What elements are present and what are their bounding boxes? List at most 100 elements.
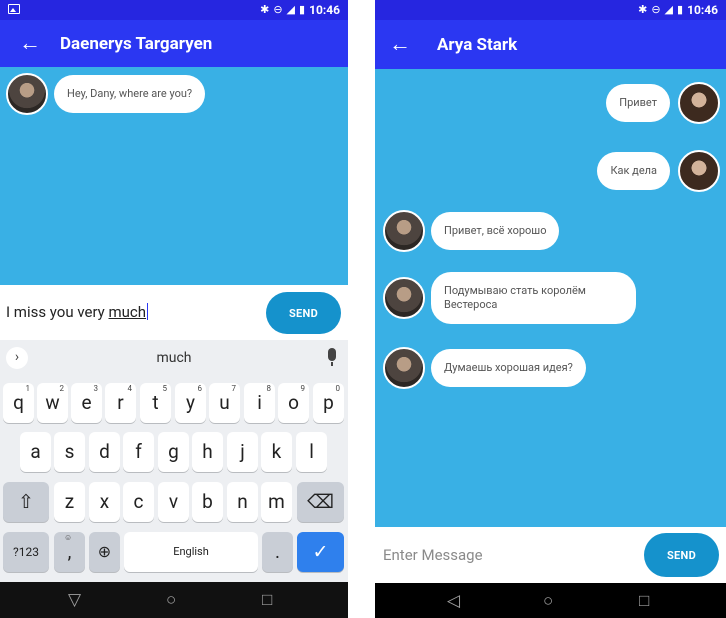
key-h[interactable]: h bbox=[192, 432, 223, 472]
key-d[interactable]: d bbox=[89, 432, 120, 472]
message-bubble: Hey, Dany, where are you? bbox=[54, 75, 206, 113]
message-item-received: Думаешь хорошая идея? bbox=[383, 347, 586, 389]
avatar bbox=[383, 347, 425, 389]
globe-icon: ⊕ bbox=[97, 542, 112, 561]
key-c[interactable]: c bbox=[123, 482, 154, 522]
conversation-title: Arya Stark bbox=[437, 34, 518, 55]
key-j[interactable]: j bbox=[227, 432, 258, 472]
clock: 10:46 bbox=[309, 3, 340, 17]
message-input-bar: I miss you very much SEND bbox=[0, 285, 348, 340]
key-i[interactable]: i8 bbox=[244, 383, 275, 423]
navigation-bar: ▽ ○ □ bbox=[0, 582, 348, 618]
key-u[interactable]: u7 bbox=[209, 383, 240, 423]
message-bubble: Думаешь хорошая идея? bbox=[431, 349, 586, 387]
key-y[interactable]: y6 bbox=[175, 383, 206, 423]
send-button[interactable]: SEND bbox=[644, 533, 719, 577]
key-p[interactable]: p0 bbox=[313, 383, 344, 423]
key-f[interactable]: f bbox=[123, 432, 154, 472]
mic-icon[interactable] bbox=[328, 348, 336, 366]
symbols-key[interactable]: ?123 bbox=[3, 532, 49, 572]
status-icons: ✱ ⊖ ◢ ▮ 10:46 bbox=[638, 3, 718, 17]
back-arrow-icon[interactable]: ← bbox=[0, 20, 60, 67]
avatar bbox=[383, 277, 425, 319]
message-item-sent: Привет bbox=[606, 82, 720, 124]
input-composing-word: much bbox=[108, 303, 147, 321]
text-cursor bbox=[147, 303, 149, 320]
backspace-key[interactable]: ⌫ bbox=[297, 482, 344, 522]
message-input[interactable]: I miss you very much bbox=[6, 303, 149, 321]
nav-recents-icon[interactable]: □ bbox=[262, 591, 272, 609]
bluetooth-icon: ✱ bbox=[638, 3, 648, 16]
avatar bbox=[383, 210, 425, 252]
backspace-icon: ⌫ bbox=[307, 490, 334, 513]
battery-icon: ▮ bbox=[299, 3, 306, 16]
key-g[interactable]: g bbox=[158, 432, 189, 472]
send-button[interactable]: SEND bbox=[266, 292, 341, 334]
clock: 10:46 bbox=[687, 3, 718, 17]
message-item-received: Подумываю стать королём Вестероса bbox=[383, 272, 636, 324]
message-input-bar: Enter Message SEND bbox=[375, 527, 726, 583]
status-icons: ✱ ⊖ ◢ ▮ 10:46 bbox=[260, 3, 340, 17]
key-q[interactable]: q1 bbox=[3, 383, 34, 423]
signal-lte-icon: ◢ bbox=[286, 3, 296, 16]
nav-recents-icon[interactable]: □ bbox=[639, 592, 649, 610]
message-input[interactable]: Enter Message bbox=[383, 546, 483, 564]
message-list[interactable]: Привет Как дела Привет, всё хорошо Подум… bbox=[375, 69, 726, 527]
back-arrow-icon[interactable]: ← bbox=[375, 21, 425, 68]
image-icon bbox=[8, 4, 20, 14]
key-b[interactable]: b bbox=[192, 482, 223, 522]
signal-lte-icon: ◢ bbox=[664, 3, 674, 16]
suggestion-word[interactable]: much bbox=[0, 350, 348, 366]
key-r[interactable]: r4 bbox=[105, 383, 136, 423]
shift-key[interactable]: ⇧ bbox=[3, 482, 49, 522]
message-bubble: Как дела bbox=[597, 152, 670, 190]
message-list[interactable]: Hey, Dany, where are you? bbox=[0, 67, 348, 285]
key-e[interactable]: e3 bbox=[71, 383, 102, 423]
key-m[interactable]: m bbox=[261, 482, 292, 522]
conversation-title: Daenerys Targaryen bbox=[60, 33, 213, 54]
enter-key[interactable]: ✓ bbox=[297, 532, 344, 572]
suggestion-strip: › much bbox=[0, 340, 348, 376]
key-z[interactable]: z bbox=[54, 482, 85, 522]
key-v[interactable]: v bbox=[158, 482, 189, 522]
key-t[interactable]: t5 bbox=[140, 383, 171, 423]
app-bar: ← Daenerys Targaryen bbox=[0, 20, 348, 67]
nav-home-icon[interactable]: ○ bbox=[166, 591, 176, 609]
key-x[interactable]: x bbox=[89, 482, 120, 522]
key-k[interactable]: k bbox=[261, 432, 292, 472]
message-item: Hey, Dany, where are you? bbox=[6, 73, 206, 115]
dnd-icon: ⊖ bbox=[651, 3, 661, 16]
emoji-icon: ☺ bbox=[64, 533, 73, 542]
message-item-sent: Как дела bbox=[597, 150, 720, 192]
key-a[interactable]: a bbox=[20, 432, 51, 472]
key-n[interactable]: n bbox=[227, 482, 258, 522]
nav-home-icon[interactable]: ○ bbox=[543, 592, 553, 610]
shift-icon: ⇧ bbox=[18, 490, 34, 513]
right-phone-screen: ✱ ⊖ ◢ ▮ 10:46 ← Arya Stark Привет Как де… bbox=[375, 0, 726, 618]
period-key[interactable]: . bbox=[262, 532, 293, 572]
key-s[interactable]: s bbox=[54, 432, 85, 472]
message-item-received: Привет, всё хорошо bbox=[383, 210, 560, 252]
check-icon: ✓ bbox=[312, 540, 329, 563]
soft-keyboard: › much q1 w2 e3 r4 t5 y6 u7 i8 o9 p0 a s… bbox=[0, 340, 348, 582]
status-bar: ✱ ⊖ ◢ ▮ 10:46 bbox=[0, 0, 348, 20]
input-prefix-text: I miss you very bbox=[6, 303, 109, 321]
app-bar: ← Arya Stark bbox=[375, 20, 726, 69]
message-bubble: Привет, всё хорошо bbox=[431, 212, 560, 250]
nav-back-icon[interactable]: ◁ bbox=[447, 592, 460, 610]
globe-key[interactable]: ⊕ bbox=[89, 532, 120, 572]
bluetooth-icon: ✱ bbox=[260, 3, 270, 16]
key-l[interactable]: l bbox=[296, 432, 327, 472]
avatar bbox=[6, 73, 48, 115]
navigation-bar: ◁ ○ □ bbox=[375, 583, 726, 618]
avatar bbox=[678, 150, 720, 192]
space-key[interactable]: English bbox=[124, 532, 258, 572]
emoji-comma-key[interactable]: ☺, bbox=[54, 532, 85, 572]
status-bar: ✱ ⊖ ◢ ▮ 10:46 bbox=[375, 0, 726, 20]
nav-back-icon[interactable]: ▽ bbox=[68, 591, 81, 609]
left-phone-screen: ✱ ⊖ ◢ ▮ 10:46 ← Daenerys Targaryen Hey, … bbox=[0, 0, 348, 618]
battery-icon: ▮ bbox=[677, 3, 684, 16]
dnd-icon: ⊖ bbox=[273, 3, 283, 16]
key-w[interactable]: w2 bbox=[37, 383, 68, 423]
key-o[interactable]: o9 bbox=[278, 383, 309, 423]
